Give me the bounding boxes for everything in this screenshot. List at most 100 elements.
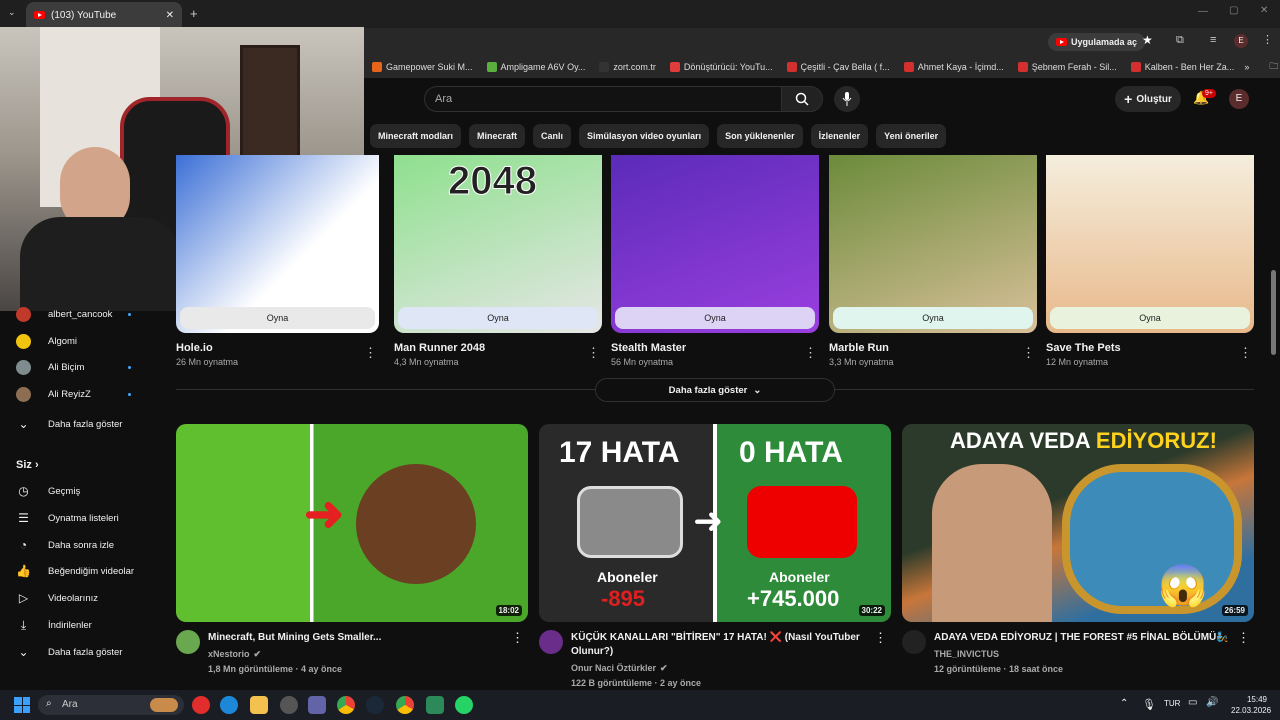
close-tab-icon[interactable]: ✕ bbox=[166, 10, 174, 21]
play-game-button[interactable]: Oyna bbox=[180, 307, 375, 329]
bookmark-star-icon[interactable]: ★ bbox=[1142, 33, 1153, 47]
page-scrollbar[interactable] bbox=[1271, 270, 1276, 355]
sidebar-item[interactable]: ◔ Daha sonra izle bbox=[16, 538, 114, 553]
file-explorer-icon[interactable] bbox=[250, 696, 268, 714]
language-indicator[interactable]: TUR bbox=[1164, 699, 1180, 708]
volume-icon[interactable]: 🔊 bbox=[1206, 697, 1218, 708]
chrome-profile-icon[interactable] bbox=[396, 696, 414, 714]
bookmark-item[interactable]: zort.com.tr bbox=[599, 62, 656, 72]
bookmark-item[interactable]: Gamepower Suki M... bbox=[372, 62, 473, 72]
opera-icon[interactable] bbox=[192, 696, 210, 714]
bookmark-item[interactable]: Ampligame A6V Oy... bbox=[486, 62, 585, 72]
bookmark-item[interactable]: Şebnem Ferah - Sil... bbox=[1017, 62, 1117, 72]
new-tab-icon[interactable]: + bbox=[190, 6, 198, 21]
chip-filter[interactable]: Minecraft bbox=[469, 124, 526, 148]
game-title[interactable]: Hole.io bbox=[176, 342, 379, 354]
create-button[interactable]: + Oluştur bbox=[1115, 86, 1181, 112]
bookmark-item[interactable]: Dönüştürücü: YouTu... bbox=[669, 62, 773, 72]
network-icon[interactable]: ▭ bbox=[1188, 697, 1197, 708]
search-button[interactable] bbox=[781, 86, 823, 112]
play-game-button[interactable]: Oyna bbox=[833, 307, 1033, 329]
video-card[interactable]: ➜ 18:02 Minecraft, But Mining Gets Smaller… bbox=[176, 424, 528, 674]
window-close-icon[interactable]: ✕ bbox=[1260, 5, 1268, 16]
game-card[interactable]: 2048 Oyna Man Runner 2048 4,3 Mn oynatma ⋮ bbox=[394, 155, 602, 367]
video-card[interactable]: 17 HATA 0 HATA ➜ Aboneler -895 Aboneler +745.0… bbox=[539, 424, 891, 688]
media-controls-icon[interactable]: ≡ bbox=[1210, 34, 1216, 46]
subscription-item[interactable]: Algomi bbox=[16, 333, 156, 349]
play-game-button[interactable]: Oyna bbox=[615, 307, 815, 329]
more-options-icon[interactable]: ⋮ bbox=[511, 630, 524, 646]
subscription-item[interactable]: Ali ReyizZ bbox=[16, 386, 156, 402]
game-thumbnail[interactable]: Oyna bbox=[176, 155, 379, 333]
profile-avatar[interactable]: E bbox=[1234, 34, 1248, 48]
game-title[interactable]: Save The Pets bbox=[1046, 342, 1254, 354]
sidebar-item[interactable]: ⤓ İndirilenler bbox=[16, 618, 92, 633]
channel-name[interactable]: Onur Naci Öztürkler ✔ bbox=[571, 661, 876, 676]
chrome-icon[interactable] bbox=[337, 696, 355, 714]
game-thumbnail[interactable]: Oyna bbox=[611, 155, 819, 333]
more-options-icon[interactable]: ⋮ bbox=[874, 630, 887, 646]
video-thumbnail[interactable]: ➜ 18:02 bbox=[176, 424, 528, 622]
video-card[interactable]: ADAYA VEDA EDİYORUZ! 😱 26:59 ADAYA VEDA EDİ… bbox=[902, 424, 1254, 674]
tab-list-icon[interactable]: ⌄ bbox=[8, 7, 16, 18]
video-title[interactable]: ADAYA VEDA EDİYORUZ | THE FOREST #5 FİNA… bbox=[934, 631, 1239, 645]
all-bookmarks[interactable]: 🗀Tüm Yer İşaretleri bbox=[1269, 59, 1280, 75]
sidebar-item[interactable]: ▷ Videolarınız bbox=[16, 591, 98, 606]
chip-filter[interactable]: Minecraft modları bbox=[370, 124, 462, 148]
sidebar-item[interactable]: ◷ Geçmiş bbox=[16, 484, 80, 499]
video-thumbnail[interactable]: ADAYA VEDA EDİYORUZ! 😱 26:59 bbox=[902, 424, 1254, 622]
play-game-button[interactable]: Oyna bbox=[1050, 307, 1250, 329]
channel-avatar[interactable] bbox=[176, 630, 200, 654]
more-options-icon[interactable]: ⋮ bbox=[1237, 630, 1250, 646]
bookmarks-overflow-icon[interactable]: » bbox=[1244, 62, 1249, 72]
more-options-icon[interactable]: ⋮ bbox=[1239, 345, 1252, 361]
game-card[interactable]: Oyna Save The Pets 12 Mn oynatma ⋮ bbox=[1046, 155, 1254, 367]
game-thumbnail[interactable]: Oyna bbox=[1046, 155, 1254, 333]
minimize-icon[interactable]: — bbox=[1198, 6, 1208, 17]
chip-filter[interactable]: İzlenenler bbox=[810, 124, 869, 148]
tab-youtube[interactable]: (103) YouTube ✕ bbox=[26, 2, 182, 28]
game-card[interactable]: Oyna Stealth Master 56 Mn oynatma ⋮ bbox=[611, 155, 819, 367]
clock[interactable]: 15:49 22.03.2026 bbox=[1231, 694, 1271, 716]
voice-search-button[interactable] bbox=[834, 86, 860, 112]
game-card[interactable]: Oyna Marble Run 3,3 Mn oynatma ⋮ bbox=[829, 155, 1037, 367]
sidebar-item[interactable]: ⌄ Daha fazla göster bbox=[16, 645, 122, 660]
app-store-icon[interactable] bbox=[426, 696, 444, 714]
teams-icon[interactable] bbox=[308, 696, 326, 714]
app-icon[interactable] bbox=[280, 696, 298, 714]
game-thumbnail[interactable]: Oyna bbox=[829, 155, 1037, 333]
open-in-app-button[interactable]: Uygulamada aç bbox=[1048, 33, 1146, 51]
more-options-icon[interactable]: ⋮ bbox=[364, 345, 377, 361]
game-title[interactable]: Marble Run bbox=[829, 342, 1037, 354]
microphone-tray-icon[interactable]: 🎙 bbox=[1142, 698, 1156, 711]
bookmark-item[interactable]: Çeşitli - Çav Bella ( f... bbox=[786, 62, 890, 72]
start-icon[interactable] bbox=[14, 697, 30, 713]
more-options-icon[interactable]: ⋮ bbox=[587, 345, 600, 361]
game-thumbnail[interactable]: 2048 Oyna bbox=[394, 155, 602, 333]
subscription-item[interactable]: albert_cancook bbox=[16, 307, 156, 322]
bookmark-item[interactable]: Ahmet Kaya - İçimd... bbox=[903, 62, 1004, 72]
video-title[interactable]: KÜÇÜK KANALLARI "BİTİREN" 17 HATA! ❌ (Na… bbox=[571, 631, 876, 659]
extensions-icon[interactable]: ⧉ bbox=[1176, 34, 1184, 47]
edge-icon[interactable] bbox=[220, 696, 238, 714]
more-options-icon[interactable]: ⋮ bbox=[804, 345, 817, 361]
search-input[interactable]: Ara bbox=[424, 86, 782, 112]
video-title[interactable]: Minecraft, But Mining Gets Smaller... bbox=[208, 631, 513, 645]
video-thumbnail[interactable]: 17 HATA 0 HATA ➜ Aboneler -895 Aboneler +745.0… bbox=[539, 424, 891, 622]
game-title[interactable]: Stealth Master bbox=[611, 342, 819, 354]
channel-avatar[interactable] bbox=[539, 630, 563, 654]
steam-icon[interactable] bbox=[366, 696, 384, 714]
chip-filter[interactable]: Son yüklenenler bbox=[717, 124, 803, 148]
channel-name[interactable]: xNestorio ✔ bbox=[208, 647, 513, 662]
sidebar-item[interactable]: ☰ Oynatma listeleri bbox=[16, 511, 119, 526]
account-avatar[interactable]: E bbox=[1229, 89, 1249, 109]
subscription-item[interactable]: Ali Biçim bbox=[16, 360, 156, 375]
menu-icon[interactable]: ⋮ bbox=[1262, 33, 1273, 46]
chip-filter[interactable]: Yeni öneriler bbox=[876, 124, 947, 148]
more-options-icon[interactable]: ⋮ bbox=[1022, 345, 1035, 361]
show-more-games-button[interactable]: Daha fazla göster ⌄ bbox=[595, 378, 835, 402]
game-title[interactable]: Man Runner 2048 bbox=[394, 342, 602, 354]
sidebar-item[interactable]: 👍 Beğendiğim videolar bbox=[16, 564, 134, 579]
whatsapp-icon[interactable] bbox=[455, 696, 473, 714]
channel-name[interactable]: THE_INVICTUS bbox=[934, 647, 1239, 662]
